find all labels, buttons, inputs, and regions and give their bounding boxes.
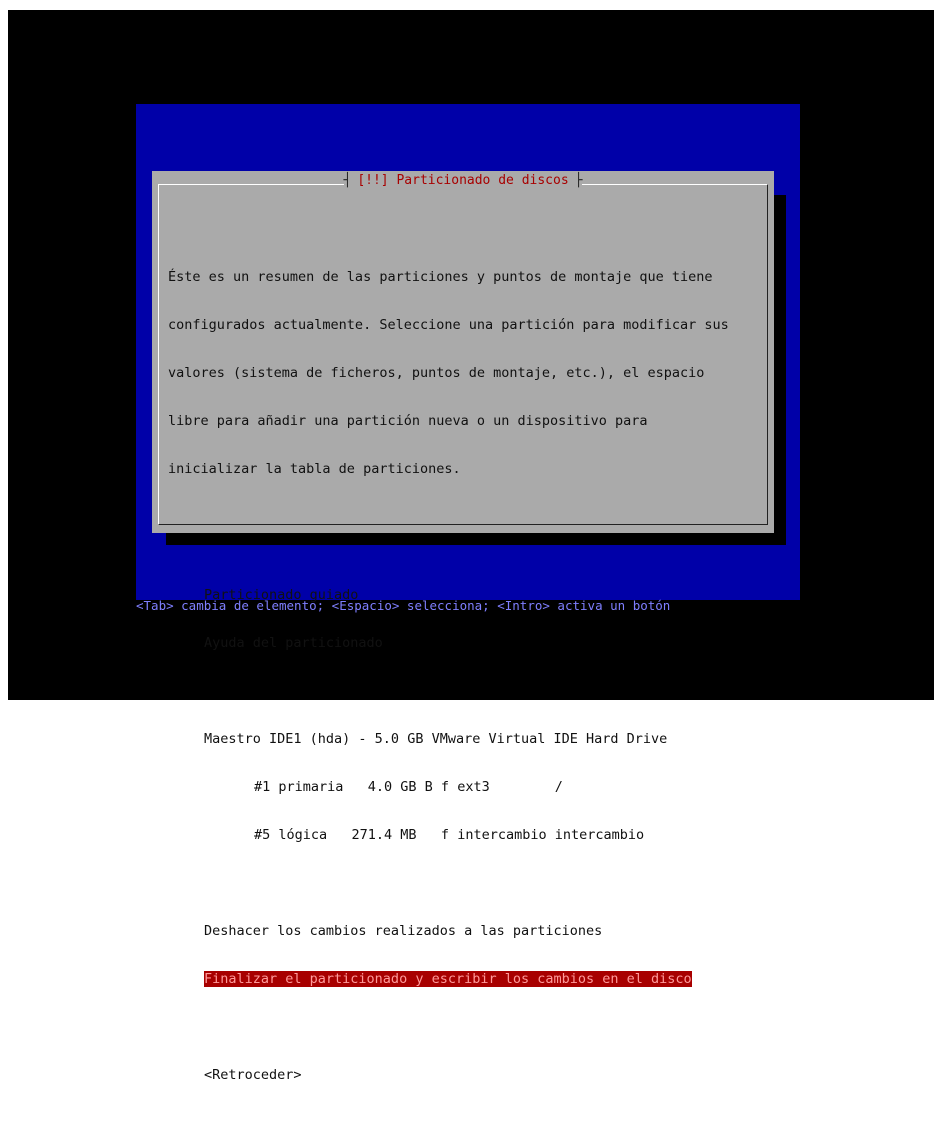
dialog-description: Éste es un resumen de las particiones y … bbox=[168, 237, 768, 509]
menu-item-finish-partitioning[interactable]: Finalizar el particionado y escribir los… bbox=[204, 971, 692, 987]
status-bar-hint: <Tab> cambia de elemento; <Espacio> sele… bbox=[136, 598, 671, 613]
dialog-title-bar: ┤ [!!] Particionado de discos ├ bbox=[343, 173, 583, 188]
back-button[interactable]: <Retroceder> bbox=[204, 1067, 768, 1083]
description-line: libre para añadir una partición nueva o … bbox=[168, 413, 648, 429]
partition-dialog: ┤ [!!] Particionado de discos ├ Éste es un… bbox=[152, 171, 774, 1083]
menu-item-partition-1[interactable]: #1 primaria 4.0 GB B f ext3 / bbox=[204, 779, 768, 795]
partition-menu: Particionado guiado Ayuda del particiona… bbox=[204, 555, 768, 1115]
description-line: configurados actualmente. Seleccione una… bbox=[168, 317, 729, 333]
menu-item-partition-5[interactable]: #5 lógica 271.4 MB f intercambio interca… bbox=[204, 827, 768, 843]
dialog-title: [!!] Particionado de discos bbox=[351, 173, 575, 188]
description-line: valores (sistema de ficheros, puntos de … bbox=[168, 365, 705, 381]
menu-item-undo-changes[interactable]: Deshacer los cambios realizados a las pa… bbox=[204, 923, 768, 939]
menu-item-partitioning-help[interactable]: Ayuda del particionado bbox=[204, 635, 768, 651]
menu-item-disk-hda[interactable]: Maestro IDE1 (hda) - 5.0 GB VMware Virtu… bbox=[204, 731, 768, 747]
description-line: inicializar la tabla de particiones. bbox=[168, 461, 461, 477]
description-line: Éste es un resumen de las particiones y … bbox=[168, 269, 713, 285]
